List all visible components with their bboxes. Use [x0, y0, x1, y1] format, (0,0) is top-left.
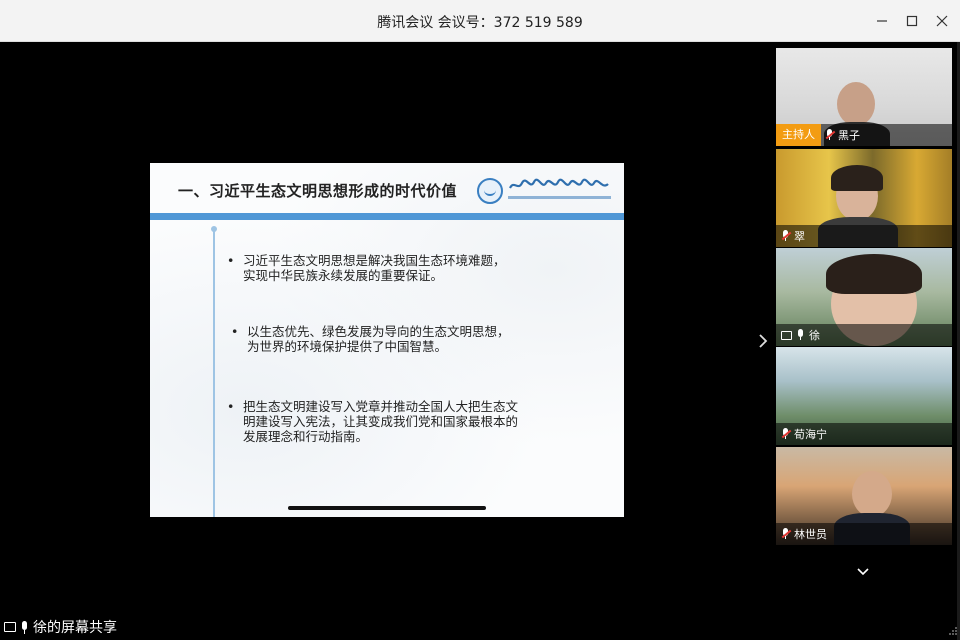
participant-tile[interactable]: 荀海宁: [776, 347, 952, 445]
video-head: [837, 82, 875, 126]
mic-icon: [20, 620, 29, 634]
timeline-line: [213, 230, 215, 517]
mic-muted-icon: [781, 528, 792, 540]
participant-label: 主持人 黑子: [776, 124, 952, 146]
shared-slide: 一、习近平生态文明思想形成的时代价值 • 习近平生态文明思想是解决我国生态环境难…: [150, 163, 624, 517]
video-hair: [831, 165, 883, 191]
mic-muted-icon: [825, 129, 836, 141]
bullet-dot: •: [227, 253, 235, 268]
slide-bullet: • 把生态文明建设写入党章并推动全国人大把生态文明建设写入宪法，让其变成我们党和…: [227, 399, 527, 444]
participant-label: 徐: [776, 324, 952, 346]
chevron-right-icon[interactable]: [756, 332, 770, 355]
screen-share-icon: [781, 330, 792, 340]
participant-label: 林世员: [776, 523, 952, 545]
video-hair: [826, 254, 922, 294]
video-head: [852, 471, 892, 517]
participant-tile[interactable]: 林世员: [776, 447, 952, 545]
logo-subtitle-line: [508, 196, 611, 199]
sharing-status: 徐的屏幕共享: [4, 617, 117, 637]
bullet-text: 把生态文明建设写入党章并推动全国人大把生态文明建设写入宪法，让其变成我们党和国家…: [243, 399, 519, 444]
sharing-status-text: 徐的屏幕共享: [33, 620, 117, 636]
participant-name: 黑子: [838, 129, 860, 142]
screen-share-icon: [4, 622, 16, 632]
slide-bullet: • 习近平生态文明思想是解决我国生态环境难题，实现中华民族永续发展的重要保证。: [227, 253, 517, 283]
slide-title: 一、习近平生态文明思想形成的时代价值: [178, 182, 458, 200]
window-title: 腾讯会议 会议号：372 519 589: [377, 15, 583, 31]
bullet-dot: •: [231, 324, 239, 339]
participant-name: 翠: [794, 230, 805, 243]
mic-muted-icon: [781, 428, 792, 440]
chevron-down-icon[interactable]: [856, 566, 870, 580]
academy-logo: [477, 177, 615, 205]
resize-grip-icon[interactable]: [948, 626, 958, 636]
bullet-text: 以生态优先、绿色发展为导向的生态文明思想，为世界的环境保护提供了中国智慧。: [247, 324, 510, 354]
slide-bullet: • 以生态优先、绿色发展为导向的生态文明思想，为世界的环境保护提供了中国智慧。: [231, 324, 521, 354]
participant-tile[interactable]: 翠: [776, 149, 952, 247]
host-badge: 主持人: [776, 124, 821, 146]
participant-tile[interactable]: 主持人 黑子: [776, 48, 952, 146]
minimize-icon[interactable]: [873, 12, 891, 30]
participant-name: 徐: [809, 329, 820, 342]
participant-name: 荀海宁: [794, 428, 827, 441]
slide-header-bar: [150, 213, 624, 220]
home-indicator: [288, 506, 486, 510]
participant-tile[interactable]: 徐: [776, 248, 952, 346]
bullet-dot: •: [227, 399, 235, 414]
title-bar: 腾讯会议 会议号：372 519 589: [0, 0, 960, 42]
participant-name: 林世员: [794, 528, 827, 541]
mic-icon: [796, 329, 805, 341]
logo-wordmark: [509, 178, 609, 189]
participant-label: 荀海宁: [776, 423, 952, 445]
logo-emblem-icon: [477, 178, 503, 204]
mic-muted-icon: [781, 230, 792, 242]
bullet-text: 习近平生态文明思想是解决我国生态环境难题，实现中华民族永续发展的重要保证。: [243, 253, 506, 283]
close-icon[interactable]: [933, 12, 951, 30]
maximize-icon[interactable]: [903, 12, 921, 30]
participant-label: 翠: [776, 225, 952, 247]
